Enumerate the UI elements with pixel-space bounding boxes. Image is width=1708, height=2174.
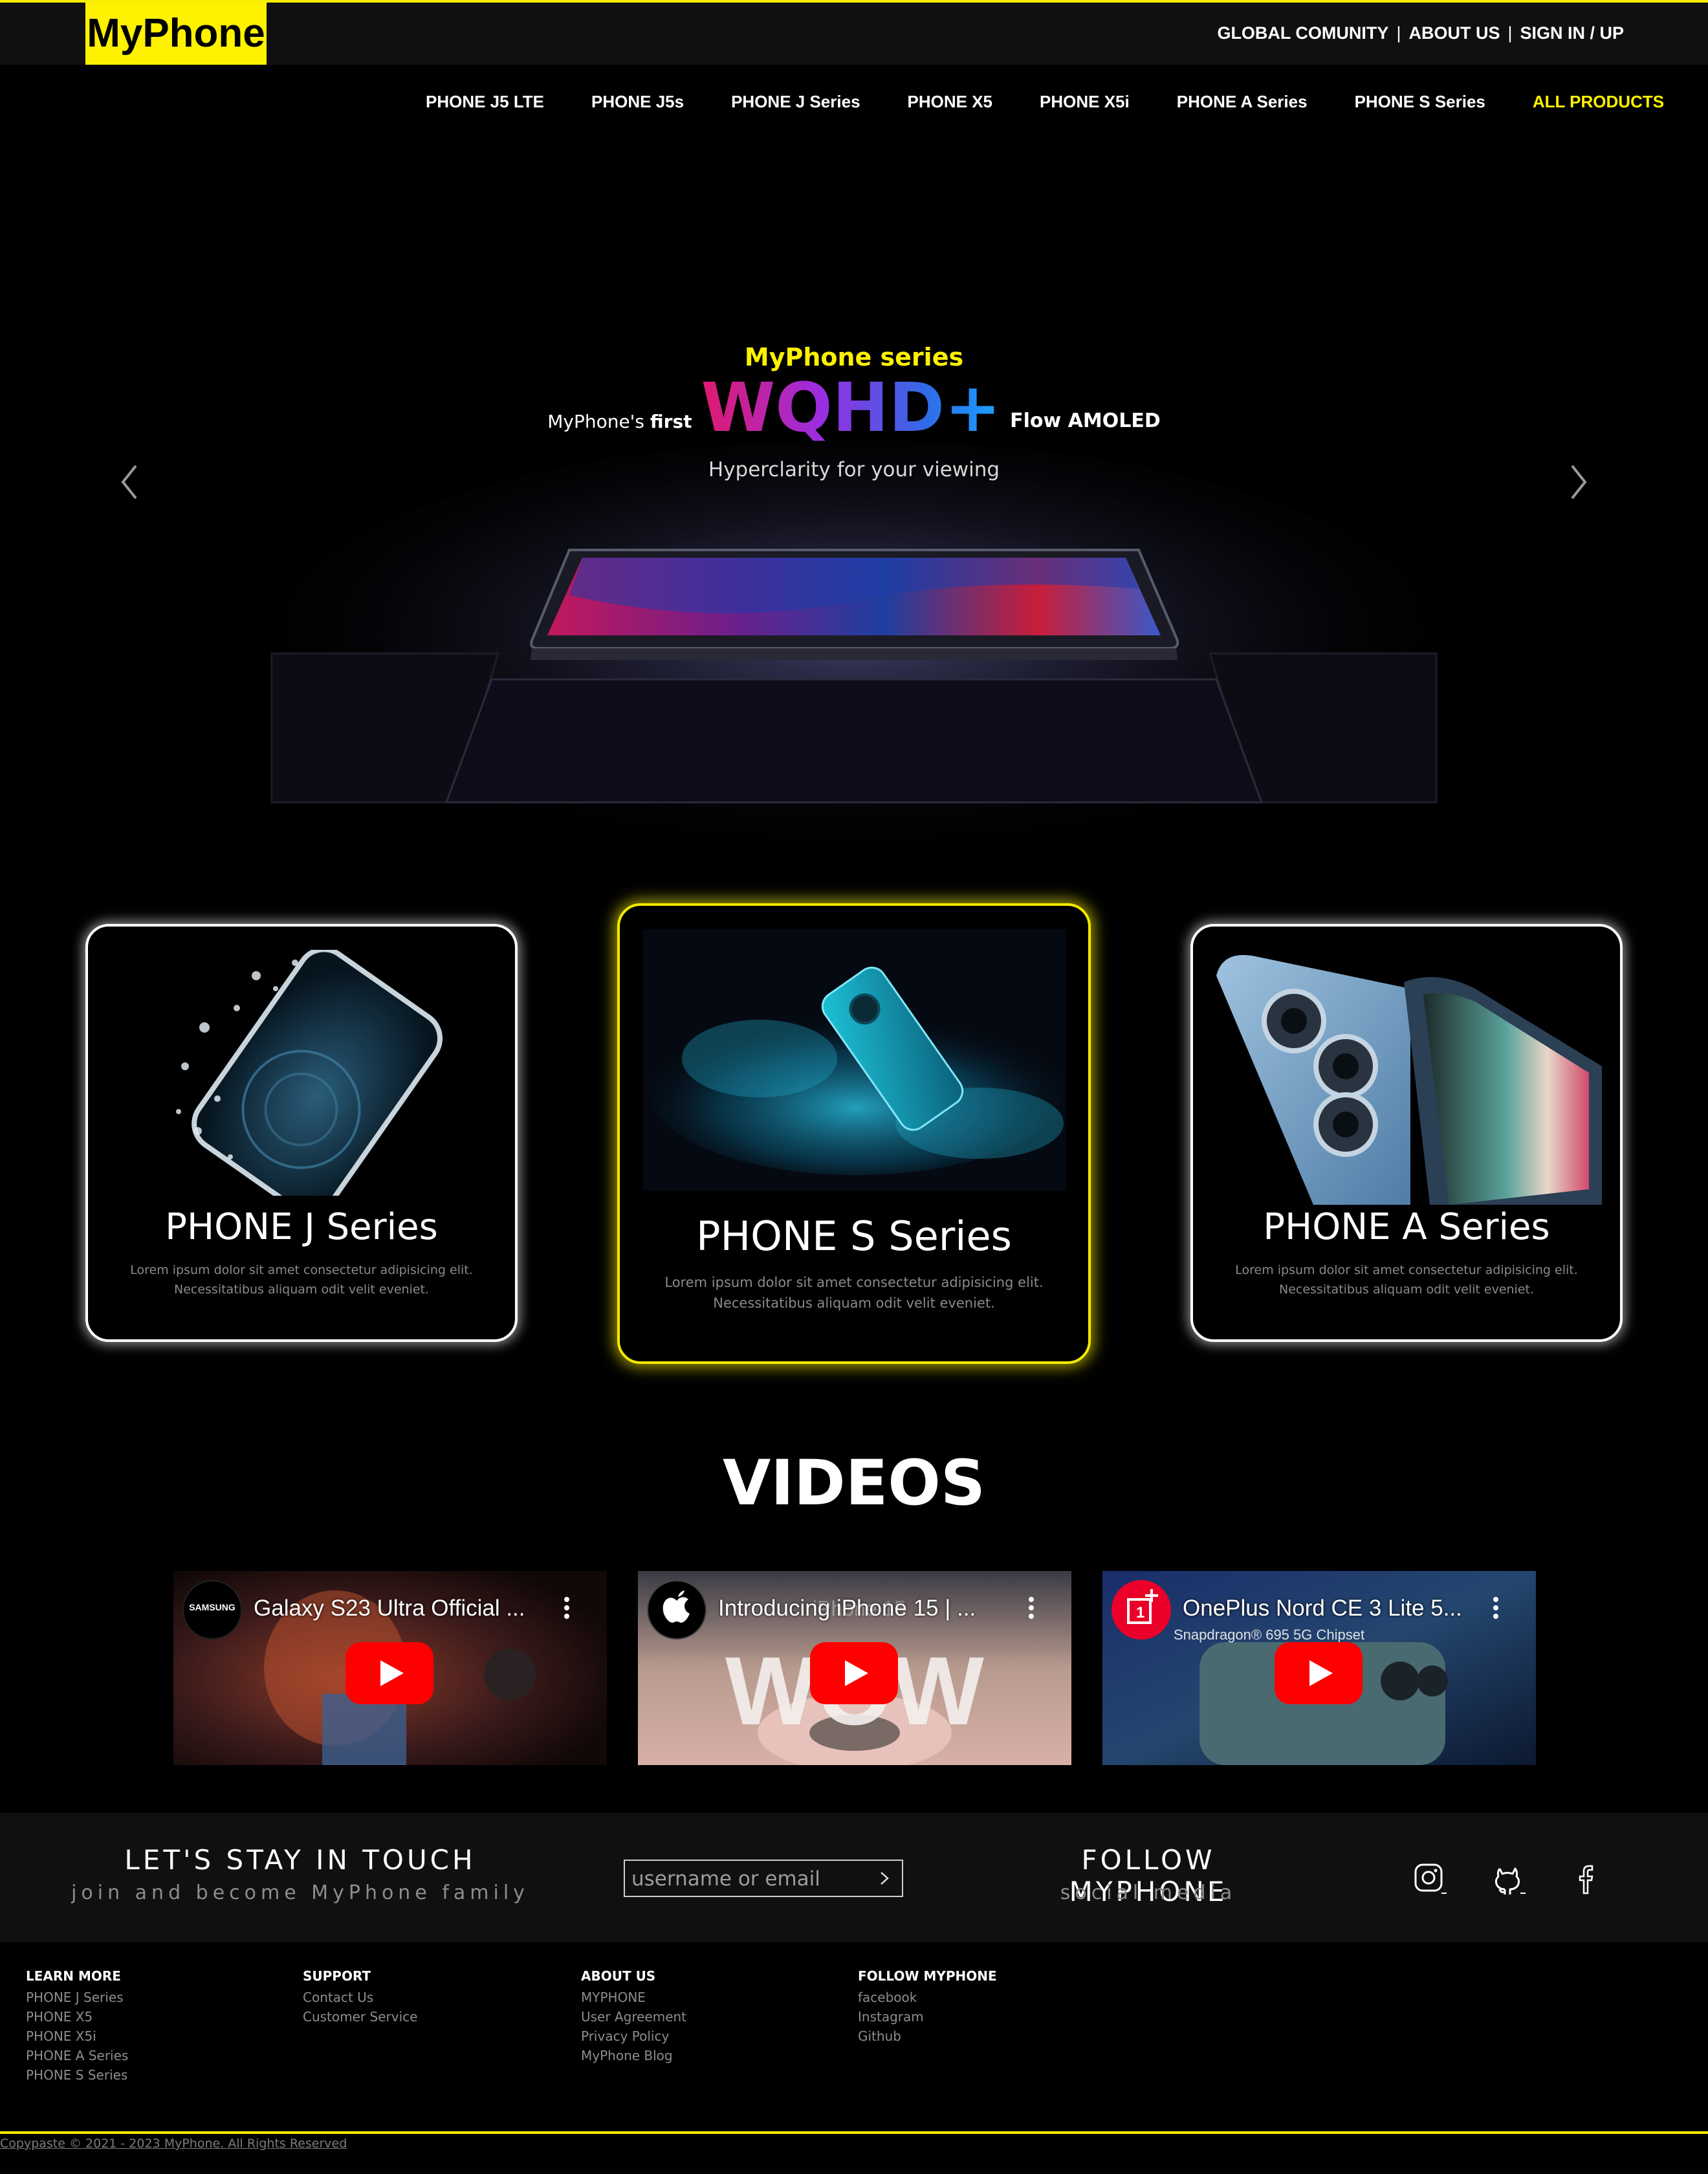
logo[interactable]: MyPhone (85, 3, 267, 65)
global-community-link[interactable]: GLOBAL COMUNITY (1217, 23, 1388, 43)
svg-text:1: 1 (1136, 1604, 1144, 1621)
stay-in-touch-title: LET'S STAY IN TOUCH (124, 1844, 476, 1876)
footer-link[interactable]: MyPhone Blog (581, 2046, 840, 2065)
card-description: Lorem ipsum dolor sit amet consectetur a… (664, 1275, 1044, 1311)
footer-link[interactable]: User Agreement (581, 2007, 840, 2026)
samsung-avatar: SAMSUNG (182, 1580, 242, 1640)
footer-link[interactable]: PHONE J Series (26, 1988, 285, 2007)
hero-subtitle: Hyperclarity for your viewing (708, 458, 1000, 481)
nav-all-products[interactable]: ALL PRODUCTS (1533, 92, 1664, 112)
card-title: PHONE J Series (165, 1206, 438, 1248)
footer-link[interactable]: PHONE S Series (26, 2065, 285, 2085)
email-input[interactable] (631, 1865, 864, 1893)
nav-phone-a-series[interactable]: PHONE A Series (1177, 92, 1308, 112)
main-nav: PHONE J5 LTE PHONE J5s PHONE J Series PH… (426, 92, 1664, 112)
nav-phone-s-series[interactable]: PHONE S Series (1355, 92, 1485, 112)
footer-link[interactable]: Customer Service (303, 2007, 562, 2026)
phone-j-image (176, 950, 443, 1196)
nav-phone-j5s[interactable]: PHONE J5s (591, 92, 684, 112)
video-iphone-15[interactable]: WOW iPhone 15 Introducing iPhone 15 | ..… (638, 1571, 1071, 1765)
footer-col-learn-more: LEARN MORE PHONE J Series PHONE X5 PHONE… (26, 1968, 285, 2085)
phone-a-image (1216, 955, 1602, 1205)
copyright[interactable]: Copypaste © 2021 - 2023 MyPhone. All Rig… (0, 2136, 347, 2151)
apple-logo-icon (647, 1580, 706, 1640)
video-overlay-small: Snapdragon® 695 5G Chipset (1174, 1627, 1365, 1643)
nav-phone-j5-lte[interactable]: PHONE J5 LTE (426, 92, 544, 112)
hero-series: MyPhone series (744, 343, 964, 371)
footer-link[interactable]: facebook (858, 1988, 1117, 2007)
card-title: PHONE S Series (696, 1213, 1012, 1260)
channel-name: SAMSUNG (189, 1602, 235, 1612)
footer-col-follow: FOLLOW MYPHONE facebook Instagram Github (858, 1968, 1117, 2046)
card-title: PHONE A Series (1263, 1206, 1550, 1248)
footer-link[interactable]: MYPHONE (581, 1988, 840, 2007)
nav-phone-x5i[interactable]: PHONE X5i (1040, 92, 1130, 112)
footer-heading: FOLLOW MYPHONE (858, 1968, 997, 1984)
github-icon[interactable] (1491, 1861, 1527, 1897)
separator: | (1396, 23, 1401, 43)
footer-link[interactable]: Github (858, 2026, 1117, 2046)
play-icon[interactable] (1275, 1642, 1363, 1704)
video-galaxy-s23[interactable]: SAMSUNG Galaxy S23 Ultra Official ... (173, 1571, 607, 1765)
footer-link[interactable]: Contact Us (303, 1988, 562, 2007)
card-description: Lorem ipsum dolor sit amet consectetur a… (1235, 1263, 1578, 1297)
card-description: Lorem ipsum dolor sit amet consectetur a… (130, 1263, 473, 1297)
video-title: Galaxy S23 Ultra Official ... (254, 1596, 525, 1621)
separator: | (1507, 23, 1513, 43)
facebook-icon[interactable] (1568, 1861, 1604, 1897)
footer-divider (0, 2131, 1708, 2134)
footer-link[interactable]: PHONE X5i (26, 2026, 285, 2046)
stay-in-touch-subtitle: join and become MyPhone family (71, 1882, 529, 1904)
footer-heading: SUPPORT (303, 1968, 371, 1984)
email-form (624, 1860, 903, 1897)
video-oneplus-nord[interactable]: Snapdragon® 695 5G Chipset 1 OnePlus Nor… (1102, 1571, 1536, 1765)
footer-link[interactable]: Instagram (858, 2007, 1117, 2026)
footer-link[interactable]: PHONE X5 (26, 2007, 285, 2026)
hero-flow: Flow AMOLED (1010, 410, 1161, 432)
phone-s-image (643, 929, 1066, 1191)
nav-phone-j-series[interactable]: PHONE J Series (731, 92, 860, 112)
hero-first-text: MyPhone's first (547, 411, 692, 441)
videos-title: VIDEOS (722, 1447, 986, 1519)
top-links: GLOBAL COMUNITY | ABOUT US | SIGN IN / UP (1217, 23, 1624, 43)
hero-carousel: MyPhone series MyPhone's first WQHD+ Flo… (0, 149, 1708, 841)
footer-col-support: SUPPORT Contact Us Customer Service (303, 1968, 562, 2026)
footer-col-about-us: ABOUT US MYPHONE User Agreement Privacy … (581, 1968, 840, 2065)
sign-in-link[interactable]: SIGN IN / UP (1520, 23, 1624, 43)
footer-link[interactable]: PHONE A Series (26, 2046, 285, 2065)
more-vert-icon[interactable] (564, 1597, 569, 1619)
card-phone-s-series[interactable]: PHONE S Series Lorem ipsum dolor sit ame… (617, 903, 1091, 1364)
hero-wqhd: WQHD+ (701, 368, 1002, 447)
card-phone-a-series[interactable]: PHONE A Series Lorem ipsum dolor sit ame… (1190, 924, 1623, 1342)
footer-heading: LEARN MORE (26, 1968, 121, 1984)
hero-image (259, 440, 1449, 841)
instagram-icon[interactable] (1412, 1861, 1448, 1897)
play-icon[interactable] (345, 1642, 433, 1704)
hero-first-prefix: MyPhone's (547, 411, 650, 432)
more-vert-icon[interactable] (1029, 1597, 1034, 1619)
hero-headline: MyPhone's first WQHD+ Flow AMOLED (0, 374, 1708, 441)
more-vert-icon[interactable] (1493, 1597, 1498, 1619)
nav-phone-x5[interactable]: PHONE X5 (908, 92, 993, 112)
card-phone-j-series[interactable]: PHONE J Series Lorem ipsum dolor sit ame… (85, 924, 518, 1342)
footer-heading: ABOUT US (581, 1968, 656, 1984)
oneplus-logo-icon: 1 (1111, 1580, 1171, 1640)
footer-link[interactable]: Privacy Policy (581, 2026, 840, 2046)
chevron-right-icon[interactable] (875, 1869, 894, 1888)
follow-subtitle: social media (1060, 1882, 1237, 1904)
play-icon[interactable] (810, 1642, 898, 1704)
video-title: OnePlus Nord CE 3 Lite 5... (1183, 1596, 1462, 1621)
video-title: Introducing iPhone 15 | ... (718, 1596, 976, 1621)
about-us-link[interactable]: ABOUT US (1408, 23, 1500, 43)
hero-first-bold: first (650, 411, 692, 432)
